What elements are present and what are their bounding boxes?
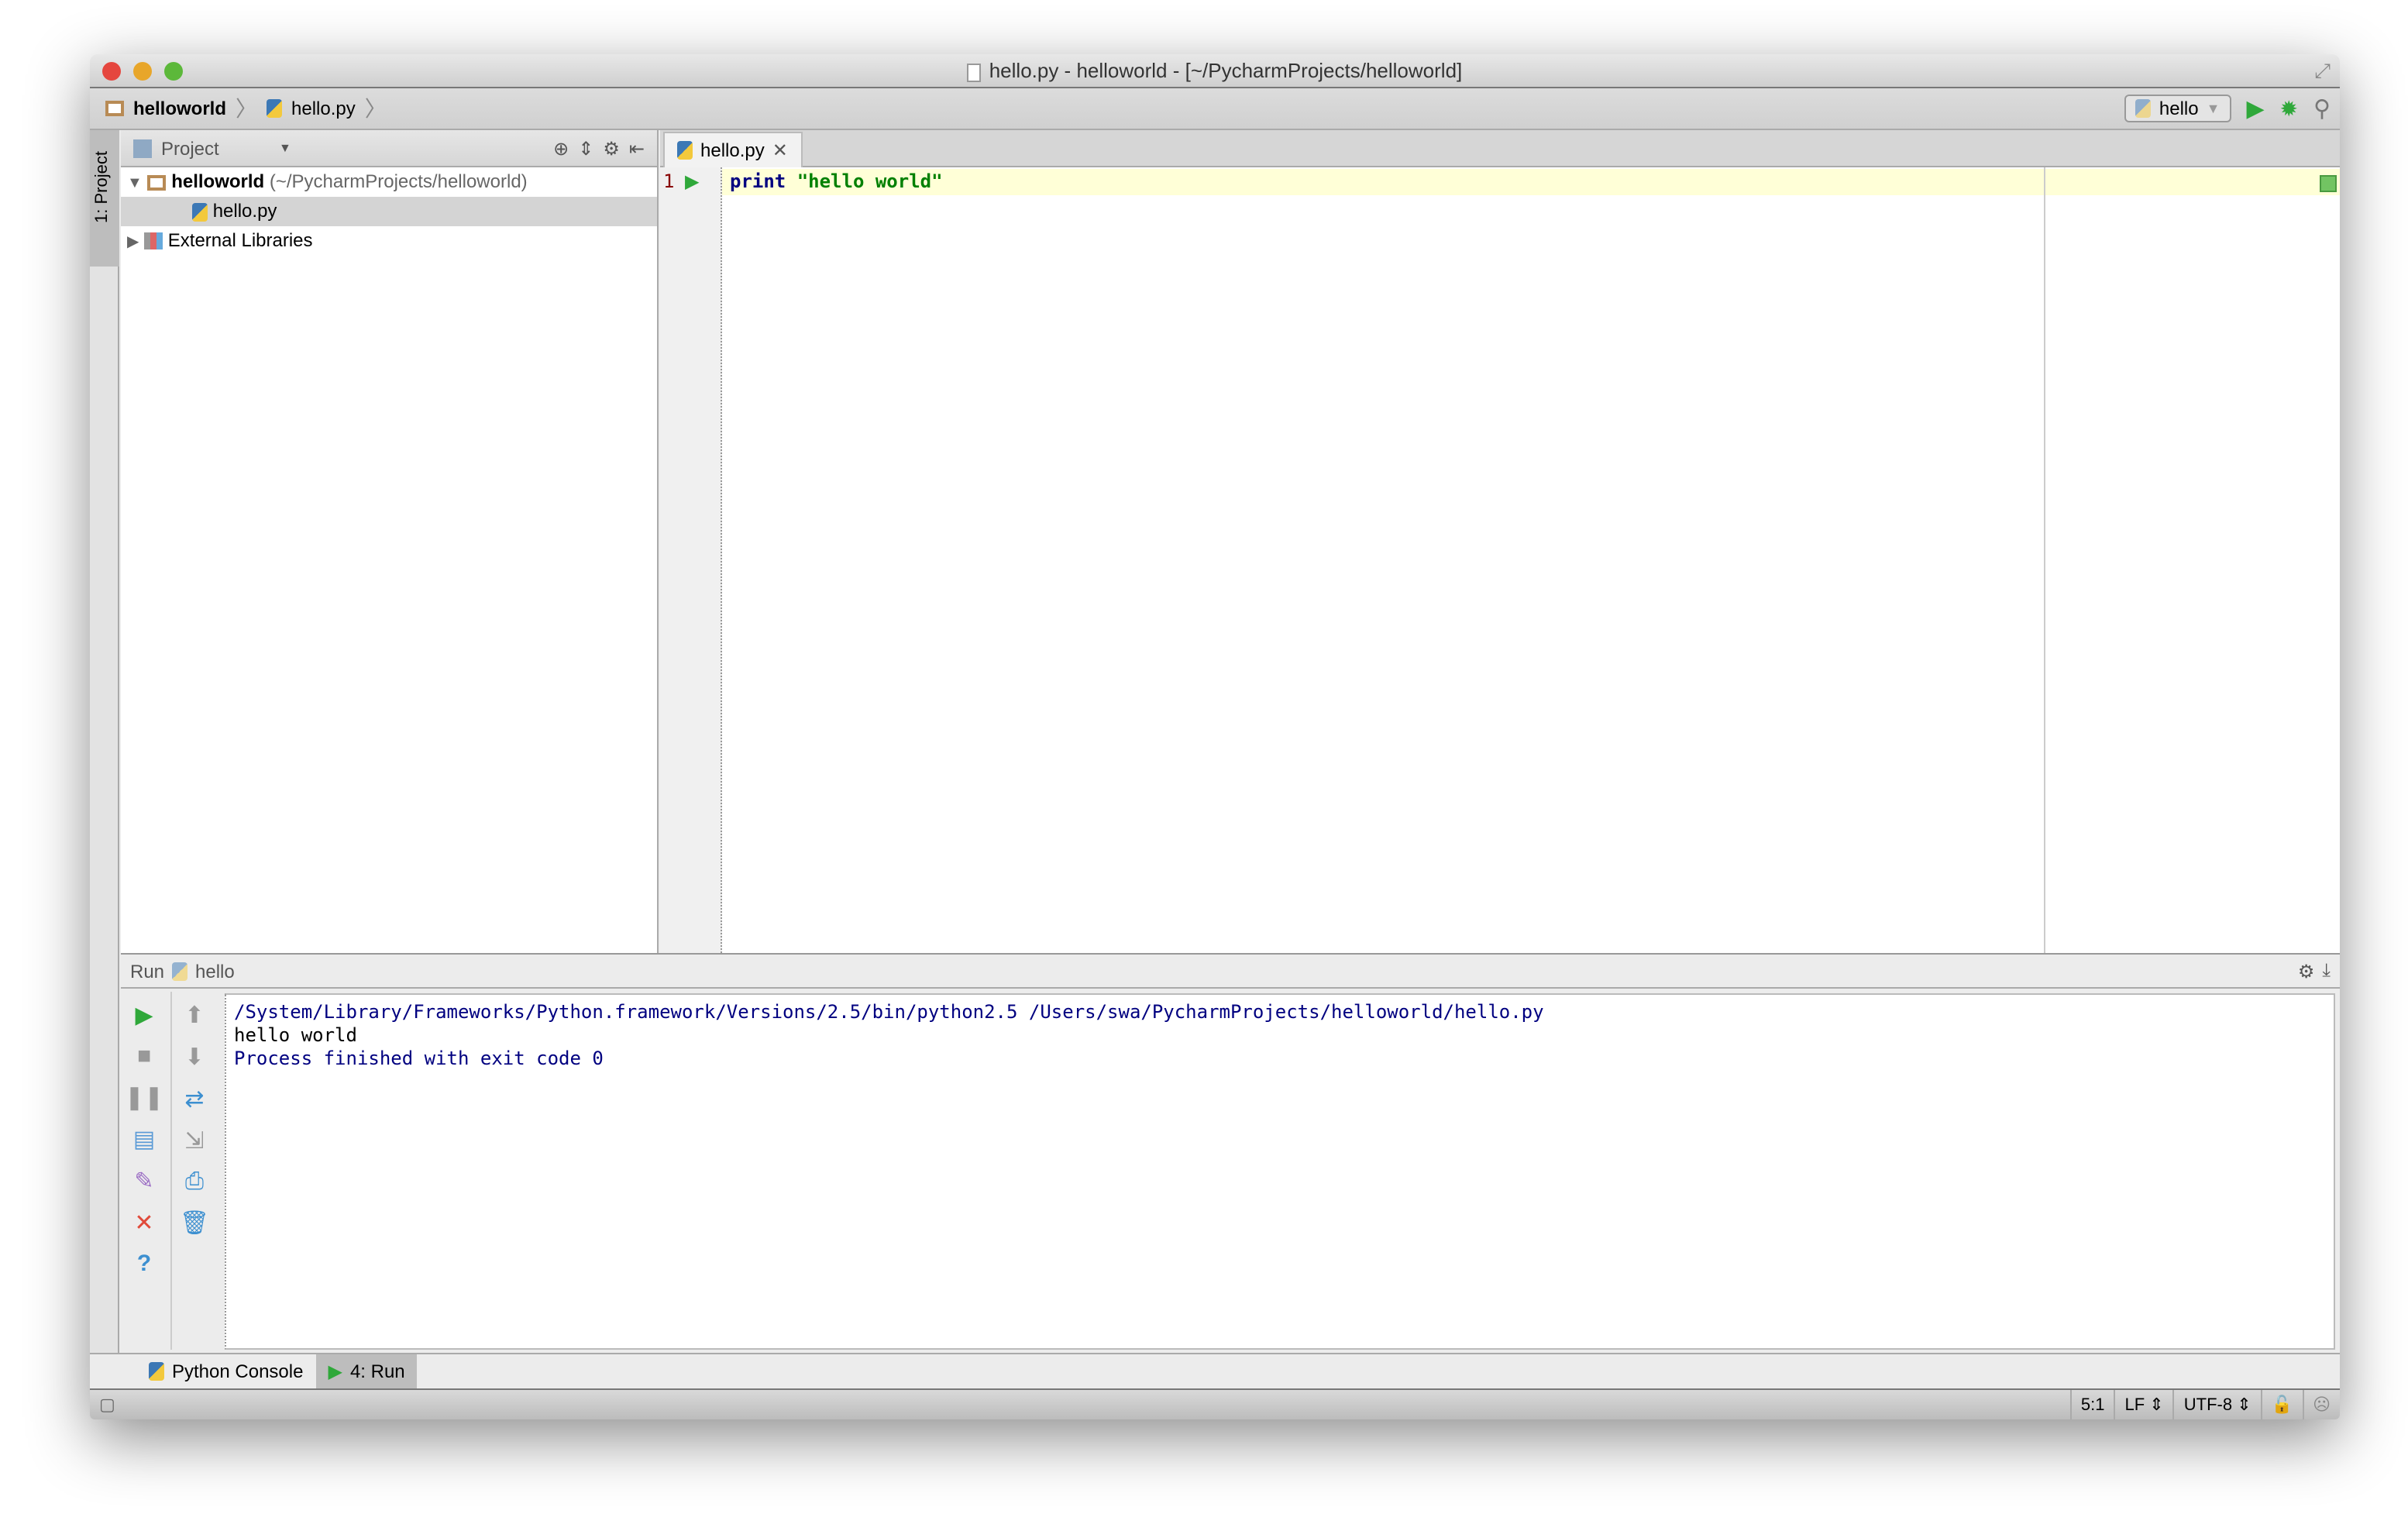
inspector-icon[interactable]: ☹ bbox=[2302, 1389, 2340, 1419]
console-command: /System/Library/Frameworks/Python.framew… bbox=[234, 1001, 1544, 1023]
tab-label: hello.py bbox=[700, 139, 765, 161]
pause-icon[interactable]: ❚❚ bbox=[125, 1083, 163, 1111]
run-config-select[interactable]: hello ▼ bbox=[2124, 95, 2231, 122]
chevron-down-icon[interactable]: ▼ bbox=[279, 141, 291, 155]
python-file-icon bbox=[192, 202, 208, 222]
tab-python-console[interactable]: Python Console bbox=[136, 1354, 315, 1388]
file-icon bbox=[967, 63, 982, 82]
print-icon[interactable]: ⎙ bbox=[185, 1168, 204, 1195]
encoding[interactable]: UTF-8 ⇕ bbox=[2172, 1389, 2261, 1419]
rerun-icon[interactable]: ▶ bbox=[135, 1001, 153, 1029]
run-icon[interactable]: ▶ bbox=[2246, 95, 2264, 122]
toggle-tool-windows-icon[interactable]: ▢ bbox=[90, 1389, 125, 1419]
tree-label: External Libraries bbox=[167, 229, 313, 251]
status-bar: ▢ 5:1 LF ⇕ UTF-8 ⇕ 🔓 ☹ bbox=[90, 1388, 2340, 1419]
project-view-icon bbox=[133, 139, 152, 157]
breadcrumb-project[interactable]: helloworld bbox=[133, 98, 226, 119]
encoding-value: UTF-8 bbox=[2183, 1395, 2233, 1414]
right-margin bbox=[2044, 167, 2045, 953]
gear-icon[interactable]: ⚙ bbox=[2298, 960, 2315, 982]
scroll-to-end-icon[interactable]: ⇲ bbox=[184, 1127, 204, 1154]
console-output[interactable]: /System/Library/Frameworks/Python.framew… bbox=[225, 993, 2335, 1350]
left-tool-strip: 1: Project bbox=[90, 130, 119, 1353]
run-panel: Run hello ⚙ ⤓ ▶ ■ ❚❚ ▤ ✎ ✕ ? ⬆ ⬇ ⇄ ⇲ ⎙ 🗑 /… bbox=[121, 953, 2340, 1353]
python-console-icon bbox=[149, 1362, 164, 1381]
python-icon bbox=[172, 962, 188, 980]
folder-icon bbox=[105, 101, 124, 116]
library-icon bbox=[144, 232, 163, 250]
tab-label: 4: Run bbox=[349, 1361, 405, 1382]
line-separator[interactable]: LF ⇕ bbox=[2114, 1389, 2173, 1419]
tab-hello-py[interactable]: hello.py ✕ bbox=[663, 132, 803, 167]
caret-position[interactable]: 5:1 bbox=[2069, 1389, 2114, 1419]
inspection-ok-icon[interactable] bbox=[2320, 175, 2337, 192]
tree-item-project[interactable]: ▼ helloworld (~/PycharmProjects/hellowor… bbox=[121, 167, 657, 197]
code-line: print "hello world" bbox=[730, 169, 943, 195]
breadcrumb: helloworld 〉 hello.py 〉 hello ▼ ▶ ✹ ⚲ bbox=[90, 88, 2340, 130]
tab-run[interactable]: ▶ 4: Run bbox=[315, 1354, 418, 1388]
project-view-select[interactable]: Project bbox=[161, 137, 270, 159]
project-tool-tab[interactable]: 1: Project bbox=[90, 130, 119, 267]
window-title: hello.py - helloworld - [~/PycharmProjec… bbox=[989, 59, 1463, 82]
run-gutter-icon[interactable]: ▶ bbox=[685, 169, 699, 195]
chevron-down-icon: ▼ bbox=[2206, 101, 2221, 116]
stop-icon[interactable]: ■ bbox=[137, 1043, 151, 1069]
run-config-label: hello bbox=[2159, 98, 2199, 119]
run-config-name: hello bbox=[195, 960, 235, 982]
editor[interactable]: hello.py ✕ 1 ▶ print "hello world" bbox=[660, 130, 2340, 953]
gear-icon[interactable]: ⚙ bbox=[603, 137, 620, 159]
clear-icon[interactable]: 🗑 bbox=[180, 1209, 209, 1237]
collapse-icon[interactable]: ⇕ bbox=[578, 137, 593, 159]
close-run-icon[interactable]: ✕ bbox=[134, 1209, 153, 1237]
ide-window: hello.py - helloworld - [~/PycharmProjec… bbox=[90, 54, 2340, 1419]
hide-icon[interactable]: ⇤ bbox=[629, 137, 645, 159]
python-file-icon bbox=[677, 141, 693, 160]
search-icon[interactable]: ⚲ bbox=[2313, 95, 2331, 122]
console-exit: Process finished with exit code 0 bbox=[234, 1048, 604, 1069]
tab-label: Python Console bbox=[172, 1361, 304, 1382]
pin-icon[interactable]: ✎ bbox=[134, 1167, 153, 1195]
up-icon[interactable]: ⬆ bbox=[184, 1001, 204, 1029]
code-keyword: print bbox=[730, 170, 786, 192]
python-file-icon bbox=[267, 99, 282, 118]
python-icon bbox=[2135, 99, 2152, 118]
tree-label: helloworld bbox=[171, 170, 265, 192]
tree-label: hello.py bbox=[212, 200, 277, 222]
run-label: Run bbox=[130, 960, 165, 982]
breadcrumb-file[interactable]: hello.py bbox=[291, 98, 356, 119]
current-line bbox=[722, 169, 2340, 195]
title-bar: hello.py - helloworld - [~/PycharmProjec… bbox=[90, 54, 2340, 88]
tree-path: (~/PycharmProjects/helloworld) bbox=[269, 170, 528, 192]
run-icon: ▶ bbox=[328, 1361, 342, 1382]
help-icon[interactable]: ? bbox=[137, 1251, 151, 1277]
project-panel: Project ▼ ⊕ ⇕ ⚙ ⇤ ▼ helloworld (~/PycharmPro… bbox=[121, 130, 659, 953]
fullscreen-icon[interactable]: ⤢ bbox=[2314, 54, 2331, 88]
zoom-button[interactable] bbox=[164, 62, 183, 81]
line-number: 1 bbox=[663, 170, 675, 192]
tree-item-file[interactable]: hello.py bbox=[121, 197, 657, 226]
line-separator-value: LF bbox=[2124, 1395, 2145, 1414]
folder-icon bbox=[147, 174, 167, 191]
lock-icon[interactable]: 🔓 bbox=[2260, 1389, 2302, 1419]
layout-icon[interactable]: ▤ bbox=[133, 1125, 155, 1153]
soft-wrap-icon[interactable]: ⇄ bbox=[184, 1085, 204, 1113]
locate-icon[interactable]: ⊕ bbox=[553, 137, 569, 159]
console-stdout: hello world bbox=[234, 1024, 357, 1046]
hide-panel-icon[interactable]: ⤓ bbox=[2322, 959, 2331, 982]
tree-item-libraries[interactable]: ▶ External Libraries bbox=[121, 226, 657, 256]
collapsed-arrow-icon: ▶ bbox=[127, 234, 139, 251]
project-tool-label: 1: Project bbox=[93, 151, 112, 223]
gutter bbox=[660, 167, 722, 953]
debug-icon[interactable]: ✹ bbox=[2280, 95, 2298, 122]
expanded-arrow-icon: ▼ bbox=[127, 175, 143, 192]
close-button[interactable] bbox=[102, 62, 121, 81]
bottom-tool-tabs: Python Console ▶ 4: Run bbox=[90, 1353, 2340, 1388]
close-icon[interactable]: ✕ bbox=[772, 139, 788, 161]
code-string: "hello world" bbox=[786, 170, 943, 192]
down-icon[interactable]: ⬇ bbox=[184, 1043, 204, 1071]
minimize-button[interactable] bbox=[133, 62, 152, 81]
